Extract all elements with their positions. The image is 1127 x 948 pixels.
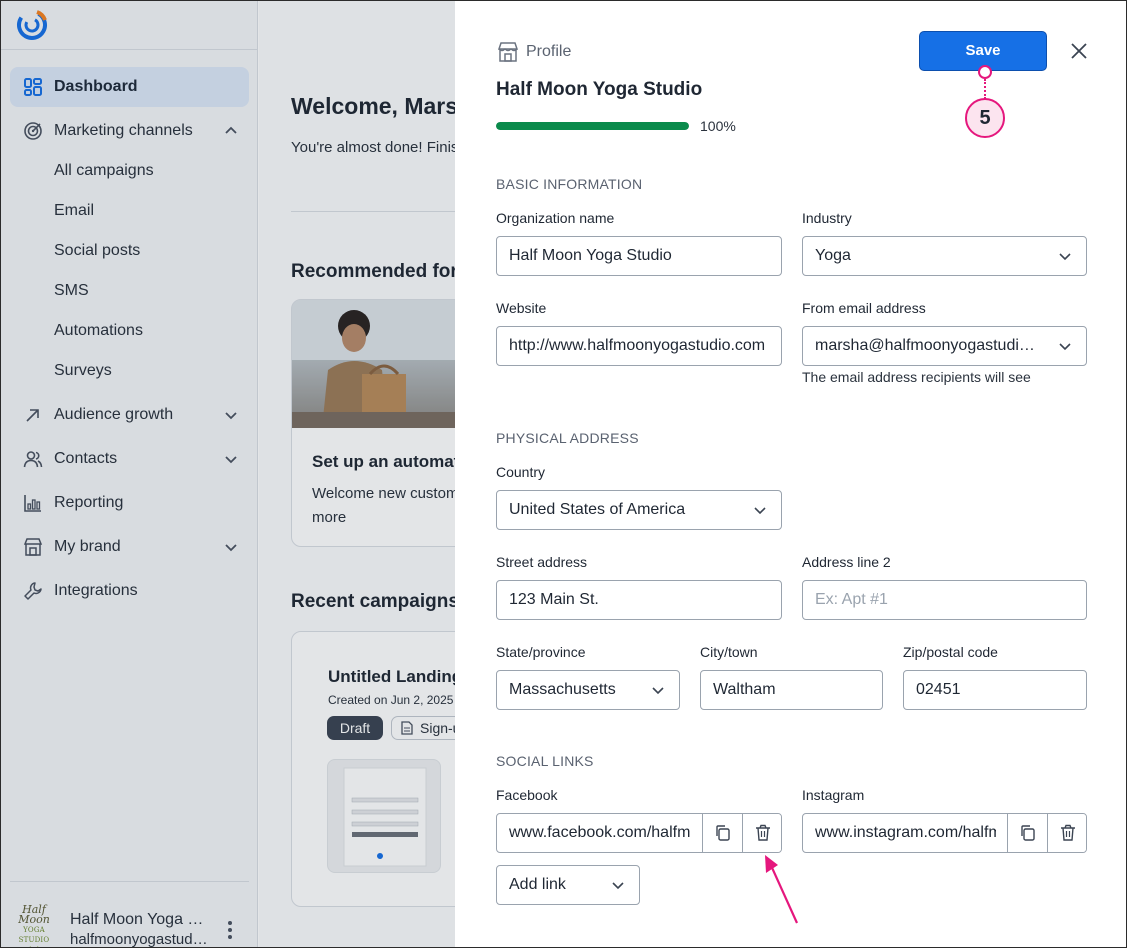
- city-label: City/town: [700, 644, 758, 660]
- country-select[interactable]: United States of America: [496, 490, 782, 530]
- copy-button[interactable]: [1007, 814, 1047, 852]
- profile-progress-text: 100%: [700, 118, 736, 134]
- store-icon: [497, 42, 519, 62]
- profile-panel: Profile Save 5 Half Moon Yoga Studio 100…: [455, 1, 1126, 947]
- section-heading-address: PHYSICAL ADDRESS: [496, 430, 639, 446]
- facebook-label: Facebook: [496, 787, 558, 803]
- delete-button[interactable]: [1047, 814, 1086, 852]
- org-name-label: Organization name: [496, 210, 615, 226]
- from-email-select[interactable]: marsha@halfmoonyogastudi…: [802, 326, 1087, 366]
- delete-button[interactable]: [742, 814, 781, 852]
- section-heading-social: SOCIAL LINKS: [496, 753, 594, 769]
- state-select[interactable]: Massachusetts: [496, 670, 680, 710]
- chevron-down-icon: [1059, 343, 1071, 351]
- chevron-down-icon: [754, 507, 766, 515]
- from-email-helper: The email address recipients will see: [802, 369, 1031, 385]
- annotation-arrow-icon: [765, 855, 799, 924]
- trash-icon: [1061, 824, 1075, 841]
- state-label: State/province: [496, 644, 586, 660]
- copy-icon: [716, 825, 730, 841]
- copy-icon: [1021, 825, 1035, 841]
- website-label: Website: [496, 300, 547, 316]
- city-input[interactable]: Waltham: [700, 670, 883, 710]
- address-line2-label: Address line 2: [802, 554, 891, 570]
- panel-title: Half Moon Yoga Studio: [496, 79, 703, 100]
- add-link-select[interactable]: Add link: [496, 865, 640, 905]
- country-label: Country: [496, 464, 546, 480]
- modal-backdrop[interactable]: [1, 1, 455, 947]
- panel-header-label: Profile: [526, 43, 572, 60]
- annotation-pointer-line: [984, 79, 986, 99]
- facebook-input[interactable]: www.facebook.com/halfmoonyoga: [496, 813, 782, 853]
- instagram-input[interactable]: www.instagram.com/halfmoonyoga: [802, 813, 1087, 853]
- chevron-down-icon: [612, 882, 624, 890]
- zip-label: Zip/postal code: [903, 644, 998, 660]
- trash-icon: [756, 824, 770, 841]
- chevron-down-icon: [652, 687, 664, 695]
- street-input[interactable]: 123 Main St.: [496, 580, 782, 620]
- profile-progress-bar: [496, 122, 689, 130]
- step-number-badge: 5: [965, 98, 1005, 138]
- industry-label: Industry: [802, 210, 852, 226]
- industry-select[interactable]: Yoga: [802, 236, 1087, 276]
- org-name-input[interactable]: Half Moon Yoga Studio: [496, 236, 782, 276]
- address-line2-input[interactable]: Ex: Apt #1: [802, 580, 1087, 620]
- instagram-label: Instagram: [802, 787, 865, 803]
- section-heading-basic: BASIC INFORMATION: [496, 176, 643, 192]
- annotation-pointer-dot: [978, 65, 992, 79]
- copy-button[interactable]: [702, 814, 742, 852]
- profile-progress-fill: [496, 122, 689, 130]
- website-input[interactable]: http://www.halfmoonyogastudio.com: [496, 326, 782, 366]
- app-window: Dashboard Marketing channels All campaig…: [0, 0, 1127, 948]
- street-label: Street address: [496, 554, 588, 570]
- from-email-label: From email address: [802, 300, 926, 316]
- close-icon[interactable]: [1069, 41, 1089, 61]
- zip-input[interactable]: 02451: [903, 670, 1087, 710]
- chevron-down-icon: [1059, 253, 1071, 261]
